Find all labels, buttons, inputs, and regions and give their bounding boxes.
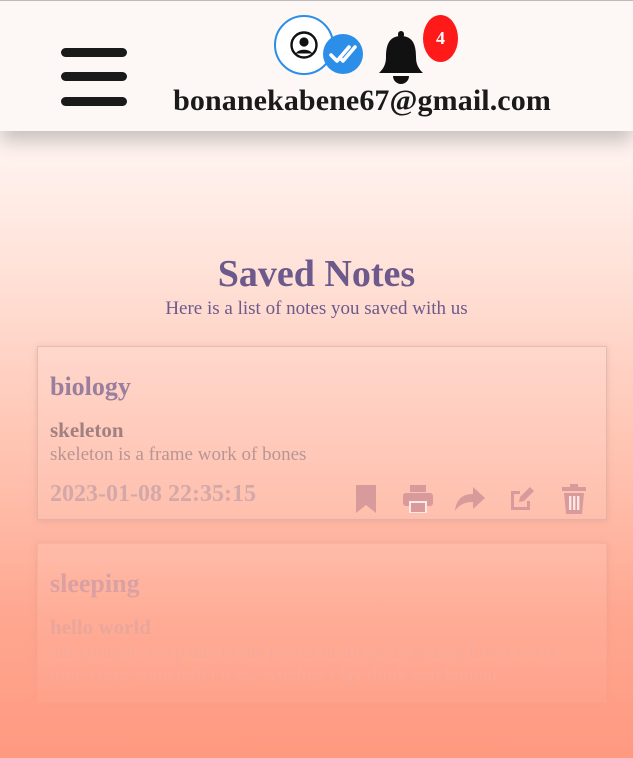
bookmark-icon[interactable] — [340, 483, 392, 515]
bell-icon[interactable] — [377, 31, 425, 85]
note-category: sleeping — [50, 569, 140, 598]
note-actions — [340, 483, 600, 515]
top-bar: 4 bonanekabene67@gmail.com — [0, 0, 633, 131]
note-body: skeleton is a frame work of bones — [50, 444, 307, 465]
note-body: time i type somethih i it the window i l… — [50, 665, 499, 686]
note-card: biology skeleton skeleton is a frame wor… — [37, 346, 607, 520]
share-icon[interactable] — [444, 483, 496, 515]
print-icon[interactable] — [392, 483, 444, 515]
page-subtitle: Here is a list of notes you saved with u… — [165, 298, 468, 319]
delete-icon[interactable] — [548, 483, 600, 515]
note-category: biology — [50, 372, 131, 401]
note-timestamp: 2023-01-08 22:35:15 — [50, 481, 256, 507]
note-card: sleeping hello world am going to sleep d… — [37, 543, 607, 703]
user-email: bonanekabene67@gmail.com — [173, 84, 551, 117]
note-body: am going to sleep due to the power of my… — [50, 641, 559, 662]
edit-icon[interactable] — [496, 483, 548, 515]
double-check-icon — [323, 34, 363, 74]
note-title: skeleton — [50, 418, 124, 442]
note-title: hello world — [50, 615, 151, 639]
notification-count-badge[interactable]: 4 — [423, 15, 458, 62]
page-title: Saved Notes — [217, 253, 416, 295]
